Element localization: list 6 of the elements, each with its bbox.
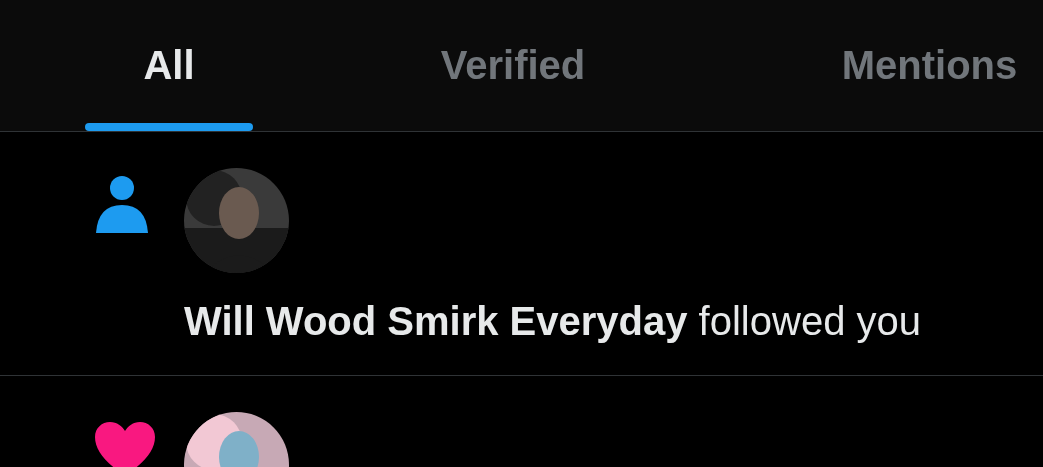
notification-text: Will Wood Smirk Everyday followed you	[184, 298, 922, 345]
tab[interactable]: Verified	[429, 0, 597, 131]
person-icon	[96, 175, 148, 233]
tab[interactable]: All	[85, 0, 253, 131]
heart-icon	[95, 422, 155, 467]
tab[interactable]: Mentions	[831, 0, 1028, 131]
